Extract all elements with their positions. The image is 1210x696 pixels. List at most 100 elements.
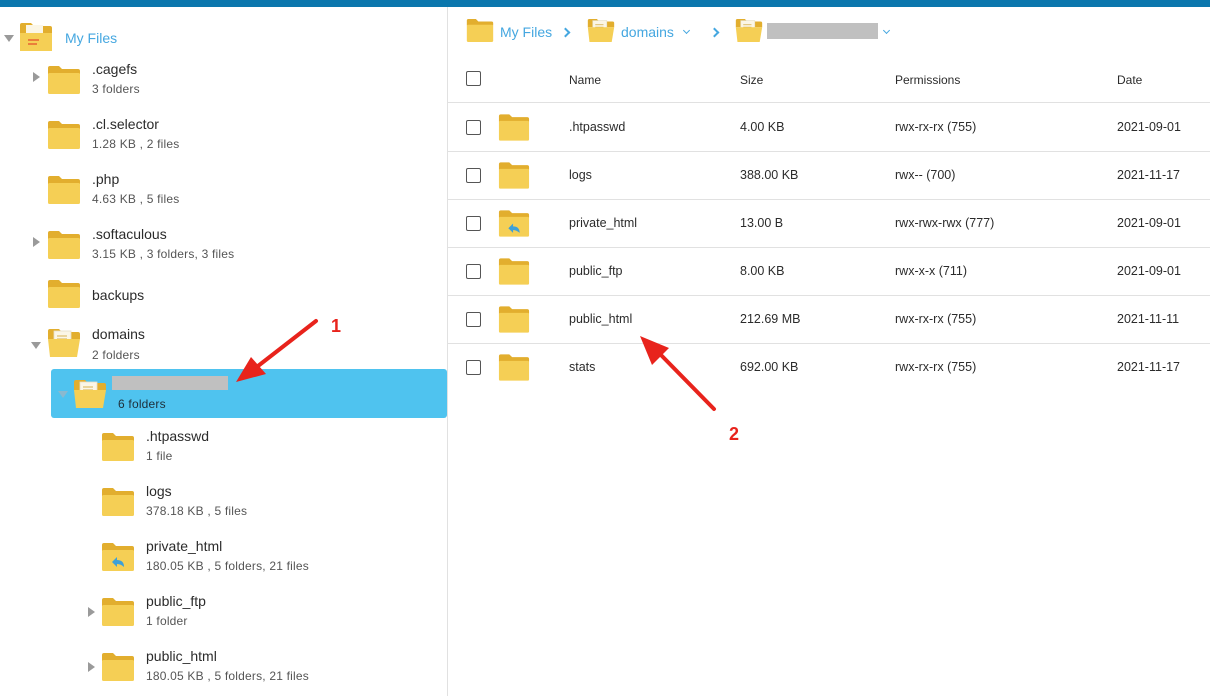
tree-item-meta: 378.18 KB , 5 files: [146, 504, 248, 518]
tree-item-meta: 180.05 KB , 5 folders, 21 files: [146, 669, 309, 683]
caret-right-icon[interactable]: [88, 662, 95, 672]
folder-icon: [498, 353, 530, 382]
folder-icon: [498, 305, 530, 334]
cell-date: 2021-09-01: [1117, 264, 1181, 278]
tree-child-htpasswd[interactable]: .htpasswd 1 file: [0, 423, 447, 473]
table-row[interactable]: private_html 13.00 B rwx-rwx-rwx (777) 2…: [448, 200, 1210, 248]
folder-icon: [47, 120, 81, 150]
column-permissions[interactable]: Permissions: [895, 73, 960, 87]
table-row[interactable]: public_ftp 8.00 KB rwx-x-x (711) 2021-09…: [448, 248, 1210, 296]
chevron-right-icon: [560, 27, 571, 38]
tree-item-domains[interactable]: domains 2 folders: [0, 322, 447, 372]
table-row[interactable]: .htpasswd 4.00 KB rwx-rx-rx (755) 2021-0…: [448, 104, 1210, 152]
cell-permissions: rwx-rx-rx (755): [895, 360, 977, 374]
folder-open-icon: [735, 18, 763, 43]
folder-link-icon: [498, 209, 530, 238]
column-size[interactable]: Size: [740, 73, 763, 87]
tree-item-meta: 1 file: [146, 449, 173, 463]
caret-right-icon[interactable]: [33, 237, 40, 247]
row-checkbox[interactable]: [466, 168, 481, 183]
cell-name[interactable]: public_html: [569, 312, 632, 326]
row-checkbox[interactable]: [466, 120, 481, 135]
cell-name[interactable]: public_ftp: [569, 264, 623, 278]
tree-item-meta: 2 folders: [92, 348, 140, 362]
chevron-down-icon[interactable]: [882, 26, 891, 35]
cell-size: 13.00 B: [740, 216, 784, 230]
cell-date: 2021-09-01: [1117, 216, 1181, 230]
tree-item-label: logs: [146, 483, 172, 499]
tree-item-label: .php: [92, 171, 120, 187]
folder-home-icon: [19, 22, 53, 52]
annotation-label-2: 2: [729, 424, 740, 444]
caret-down-icon[interactable]: [31, 342, 41, 349]
folder-link-icon: [101, 542, 135, 572]
folder-icon: [47, 279, 81, 309]
folder-icon: [47, 175, 81, 205]
caret-down-icon[interactable]: [58, 391, 68, 398]
chevron-down-icon[interactable]: [682, 26, 691, 35]
caret-down-icon[interactable]: [4, 35, 14, 42]
folder-open-icon: [47, 328, 81, 358]
cell-date: 2021-11-17: [1117, 168, 1181, 182]
row-checkbox[interactable]: [466, 216, 481, 231]
cell-name[interactable]: private_html: [569, 216, 637, 230]
cell-name[interactable]: stats: [569, 360, 595, 374]
breadcrumb-home[interactable]: My Files: [500, 24, 552, 40]
folder-open-icon: [73, 379, 107, 409]
cell-size: 212.69 MB: [740, 312, 801, 326]
tree-item-backups[interactable]: backups: [0, 276, 447, 326]
tree-child-logs[interactable]: logs 378.18 KB , 5 files: [0, 478, 447, 528]
tree-item-label: private_html: [146, 538, 223, 554]
tree-child-public-ftp[interactable]: public_ftp 1 folder: [0, 588, 447, 638]
tree-item-label: .softaculous: [92, 226, 167, 242]
tree-item-cagefs[interactable]: .cagefs 3 folders: [0, 56, 447, 106]
row-checkbox[interactable]: [466, 360, 481, 375]
cell-permissions: rwx-rx-rx (755): [895, 120, 977, 134]
folder-icon: [47, 65, 81, 95]
cell-permissions: rwx-x-x (711): [895, 264, 967, 278]
tree-item-meta: 1.28 KB , 2 files: [92, 137, 180, 151]
tree-child-public-html[interactable]: public_html 180.05 KB , 5 folders, 21 fi…: [0, 643, 447, 693]
table-header: Name Size Permissions Date: [448, 55, 1210, 103]
cell-date: 2021-11-17: [1117, 360, 1181, 374]
folder-icon: [498, 257, 530, 286]
tree-item-meta: 3.15 KB , 3 folders, 3 files: [92, 247, 235, 261]
folder-icon: [498, 113, 530, 142]
tree-item-meta: 3 folders: [92, 82, 140, 96]
folder-icon: [498, 161, 530, 190]
table-row[interactable]: public_html 212.69 MB rwx-rx-rx (755) 20…: [448, 296, 1210, 344]
tree-item-label: public_html: [146, 648, 217, 664]
cell-size: 388.00 KB: [740, 168, 799, 182]
cell-size: 692.00 KB: [740, 360, 799, 374]
column-name[interactable]: Name: [569, 73, 601, 87]
tree-item-softaculous[interactable]: .softaculous 3.15 KB , 3 folders, 3 file…: [0, 221, 447, 271]
cell-name[interactable]: logs: [569, 168, 592, 182]
tree-child-private-html[interactable]: private_html 180.05 KB , 5 folders, 21 f…: [0, 533, 447, 583]
table-row[interactable]: logs 388.00 KB rwx-- (700) 2021-11-17: [448, 152, 1210, 200]
tree-item-php[interactable]: .php 4.63 KB , 5 files: [0, 166, 447, 216]
breadcrumb-current-redacted[interactable]: [767, 23, 878, 39]
column-date[interactable]: Date: [1117, 73, 1142, 87]
table-row[interactable]: stats 692.00 KB rwx-rx-rx (755) 2021-11-…: [448, 344, 1210, 392]
folder-icon: [101, 652, 135, 682]
caret-right-icon[interactable]: [33, 72, 40, 82]
tree-item-cl-selector[interactable]: .cl.selector 1.28 KB , 2 files: [0, 111, 447, 161]
caret-right-icon[interactable]: [88, 607, 95, 617]
cell-size: 8.00 KB: [740, 264, 785, 278]
tree-item-label: .htpasswd: [146, 428, 210, 444]
folder-icon: [101, 432, 135, 462]
tree-item-selected-domain-content[interactable]: 6 folders: [0, 369, 447, 419]
folder-icon: [101, 597, 135, 627]
breadcrumb-domains[interactable]: domains: [621, 24, 674, 40]
cell-name[interactable]: .htpasswd: [569, 120, 625, 134]
tree-item-label: .cl.selector: [92, 116, 159, 132]
row-checkbox[interactable]: [466, 264, 481, 279]
tree-item-label: domains: [92, 326, 145, 342]
folder-icon: [47, 230, 81, 260]
annotation-label-1: 1: [331, 316, 342, 336]
row-checkbox[interactable]: [466, 312, 481, 327]
tree-root-label: My Files: [65, 30, 118, 46]
select-all-checkbox[interactable]: [466, 71, 481, 86]
top-accent-bar: [0, 0, 1210, 7]
tree-item-meta: 180.05 KB , 5 folders, 21 files: [146, 559, 309, 573]
